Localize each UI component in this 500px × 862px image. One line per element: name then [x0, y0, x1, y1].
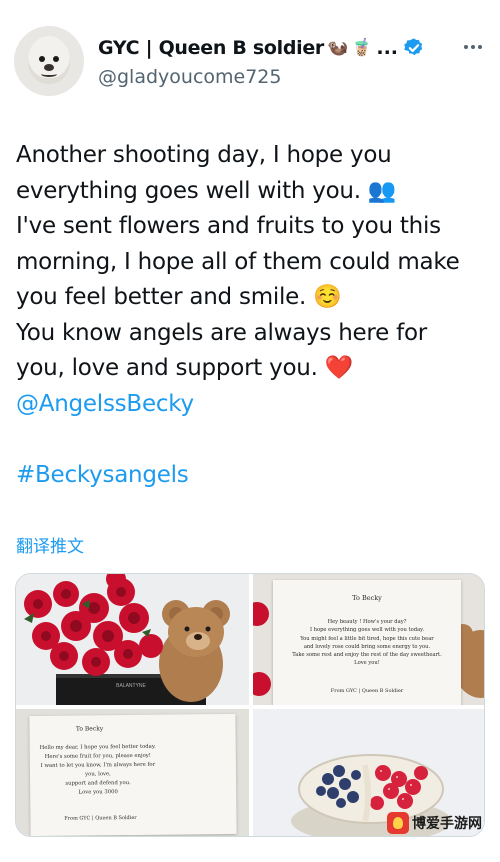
otter-avatar-icon: [28, 36, 70, 84]
mention-link[interactable]: @AngelssBecky: [16, 387, 488, 423]
tweet-header: GYC | Queen B soldier 🦦 🧋 ... @gladyouco…: [14, 24, 486, 104]
card-1-signature: From GYC | Queen B Soldier: [330, 688, 404, 694]
tweet-line: you feel better and smile. ☺️: [16, 284, 342, 310]
author-name-row[interactable]: GYC | Queen B soldier 🦦 🧋 ...: [98, 34, 425, 62]
card-2-title: To Becky: [75, 725, 104, 733]
tweet-line: You know angels are always here for: [16, 319, 427, 346]
note-card-2: To Becky Hello my dear, I hope you feel …: [29, 713, 237, 836]
author-avatar[interactable]: [14, 26, 84, 96]
media-photo-card-1[interactable]: To Becky Hey beauty ! How's your day? I …: [253, 574, 484, 705]
tweet-line: I've sent flowers and fruits to you this: [16, 213, 441, 239]
card-1-body: Hey beauty ! How's your day? I hope ever…: [292, 619, 442, 667]
media-photo-roses-bear[interactable]: BALANTYNE: [16, 574, 249, 705]
media-photo-fruit-box[interactable]: 博爱手游网: [253, 709, 484, 836]
tweet-line: Another shooting day, I hope you: [16, 142, 392, 168]
box-label: BALANTYNE: [116, 683, 146, 689]
more-options-icon[interactable]: [460, 36, 486, 58]
bubble-tea-emoji: 🧋: [351, 38, 373, 58]
card-2-body: Hello my dear, I hope you feel better to…: [39, 743, 156, 796]
tweet-line: morning, I hope all of them could make: [16, 248, 460, 275]
watermark-text: 博爱手游网: [412, 816, 482, 832]
site-watermark: 博爱手游网: [387, 812, 482, 834]
media-grid: BALANTYNE To Becky Hey beauty ! How's yo…: [15, 573, 485, 837]
media-photo-card-2[interactable]: To Becky Hello my dear, I hope you feel …: [16, 709, 249, 836]
note-card-1: To Becky Hey beauty ! How's your day? I …: [273, 580, 461, 705]
author-handle[interactable]: @gladyoucome725: [98, 66, 282, 88]
tweet-line: everything goes well with you. 👥: [16, 177, 397, 204]
roses-bear-illustration: BALANTYNE: [16, 574, 249, 705]
otter-emoji: 🦦: [327, 38, 349, 58]
card-2-signature: From GYC | Queen B Soldier: [64, 814, 137, 822]
hashtag-link[interactable]: #Beckysangels: [16, 458, 488, 494]
verified-badge-icon: [404, 38, 423, 56]
name-truncation: ...: [376, 37, 399, 59]
watermark-logo-icon: [387, 812, 409, 834]
card-1-title: To Becky: [352, 594, 382, 602]
translate-tweet-link[interactable]: 翻译推文: [16, 532, 84, 557]
tweet-line: you, love and support you. ❤️: [16, 355, 354, 381]
author-display-name[interactable]: GYC | Queen B soldier: [98, 37, 324, 59]
tweet-text: Another shooting day, I hope you everyth…: [16, 138, 488, 493]
